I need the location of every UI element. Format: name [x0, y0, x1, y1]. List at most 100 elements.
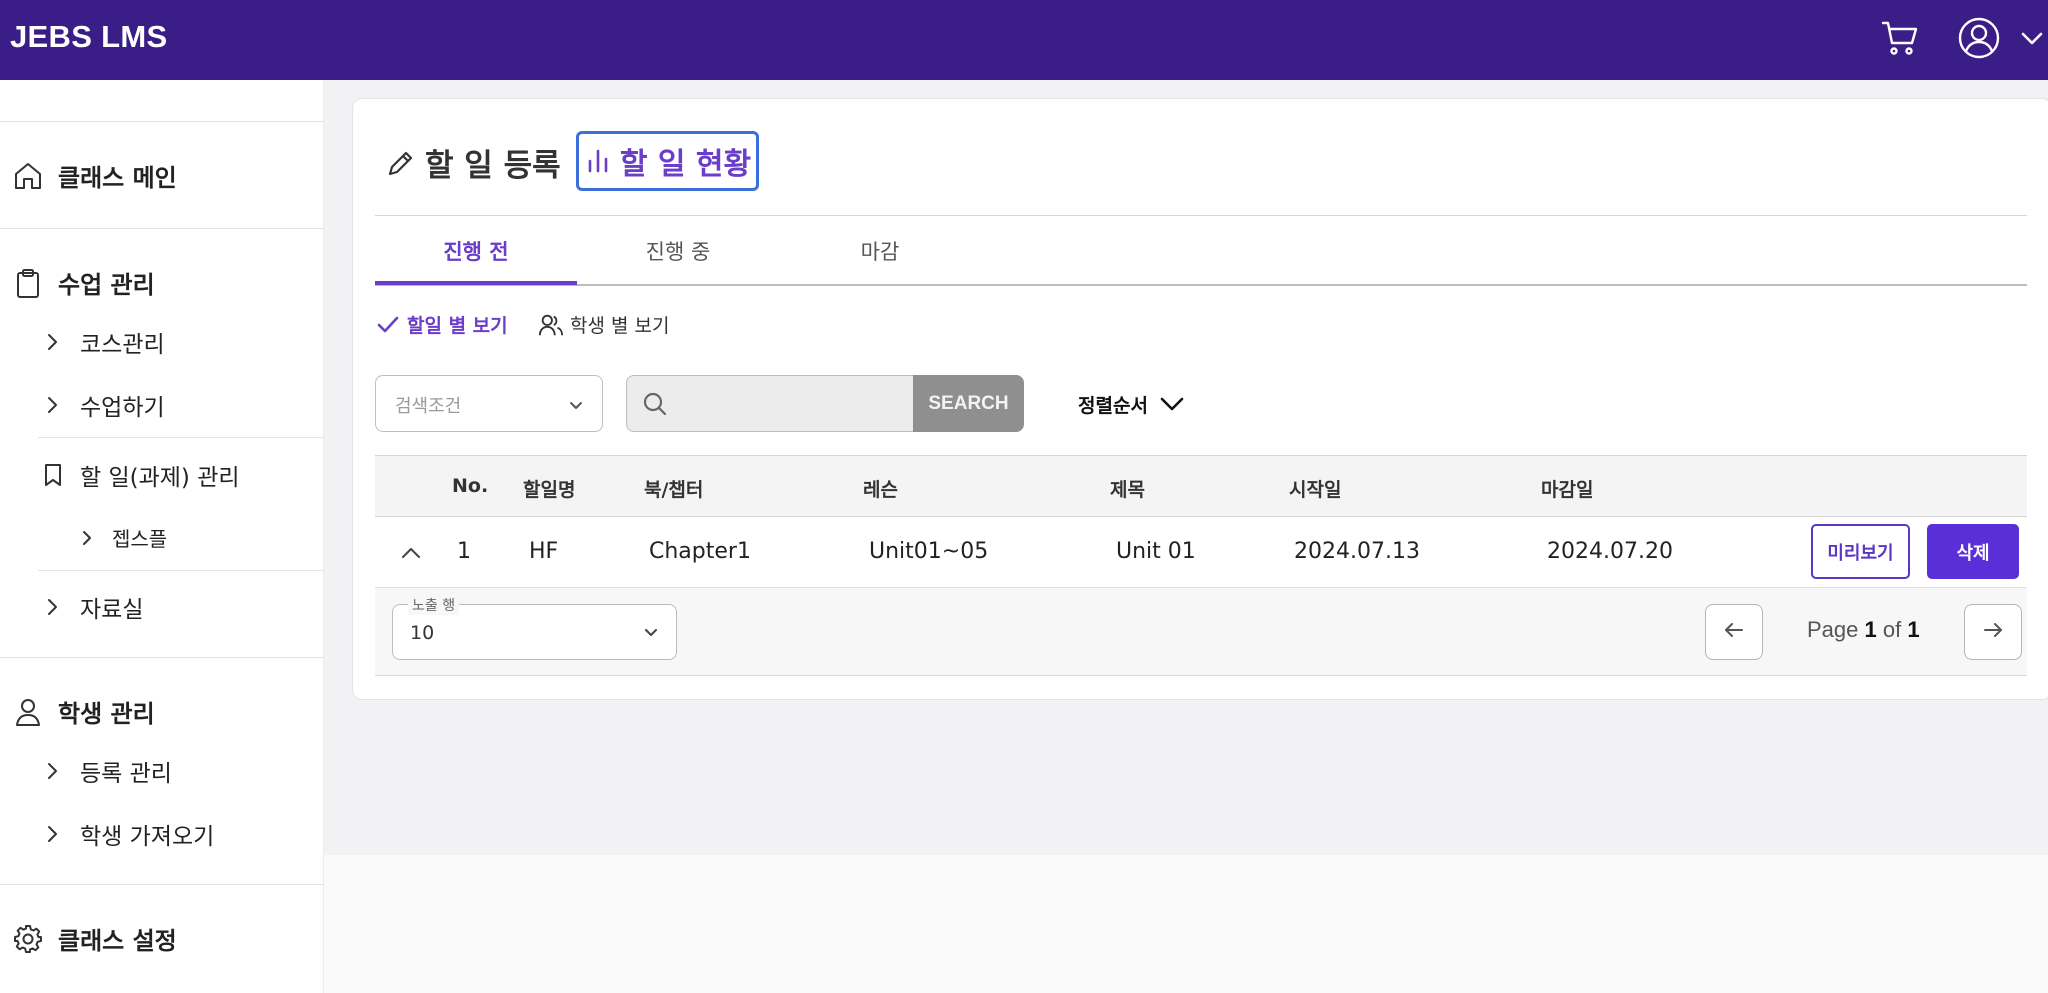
sort-order-dropdown[interactable]: 정렬순서	[1078, 390, 1186, 418]
sidebar-item-import-students[interactable]: 학생 가져오기	[42, 817, 214, 851]
chevron-right-icon	[42, 597, 62, 617]
cell-title: Unit 01	[1116, 539, 1196, 564]
rows-per-page-label: 노출 행	[408, 595, 460, 615]
sidebar-item-label: 수업하기	[80, 395, 165, 421]
search-button[interactable]: SEARCH	[913, 375, 1024, 432]
sidebar-item-library[interactable]: 자료실	[42, 590, 143, 624]
chevron-right-icon	[78, 529, 96, 547]
chevron-right-icon	[42, 824, 62, 844]
rows-per-page-select[interactable]: 노출 행 10	[392, 595, 677, 660]
table-footer: 노출 행 10 Page 1 of 1	[375, 588, 2027, 676]
cell-name: HF	[529, 539, 559, 564]
users-icon	[538, 312, 564, 338]
column-header-start: 시작일	[1289, 479, 1342, 501]
chevron-down-icon[interactable]	[2020, 28, 2044, 48]
chevron-down-icon	[568, 397, 584, 413]
sidebar-item-label: 학생 가져오기	[80, 824, 215, 850]
next-page-button[interactable]	[1964, 604, 2022, 660]
rows-per-page-value: 10	[410, 622, 435, 644]
sidebar-item-label: 자료실	[80, 597, 144, 623]
search-condition-select[interactable]: 검색조건	[375, 375, 603, 432]
page-total: 1	[1907, 617, 1920, 642]
gear-icon	[12, 923, 44, 955]
tab-active-indicator	[375, 281, 577, 285]
sidebar-item-class-mgmt[interactable]: 수업 관리	[12, 265, 155, 300]
tab-in-progress[interactable]: 진행 중	[577, 236, 779, 266]
column-header-end: 마감일	[1541, 479, 1594, 501]
sidebar-item-label: 학생 관리	[58, 700, 155, 728]
chevron-right-icon	[42, 332, 62, 352]
sidebar-item-label: 수업 관리	[58, 271, 155, 299]
tabs-baseline	[375, 284, 2027, 286]
chevron-right-icon	[42, 761, 62, 781]
chevron-down-icon	[1158, 390, 1186, 418]
page-current: 1	[1864, 617, 1877, 642]
view-by-task-label: 할일 별 보기	[407, 315, 508, 337]
column-header-name: 할일명	[523, 479, 576, 501]
column-header-title: 제목	[1110, 479, 1145, 501]
sidebar-item-course-mgmt[interactable]: 코스관리	[42, 325, 165, 359]
column-header-lesson: 레슨	[863, 479, 898, 501]
chevron-down-icon	[643, 624, 659, 640]
brand-logo[interactable]: JEBS LMS	[10, 19, 167, 55]
sidebar-divider	[0, 884, 324, 885]
sidebar-divider	[38, 570, 324, 571]
sidebar-item-jeps[interactable]: 젭스플	[78, 523, 167, 552]
sidebar-divider	[0, 228, 324, 229]
arrow-right-icon	[1982, 619, 2004, 645]
check-icon	[375, 312, 401, 338]
preview-button[interactable]: 미리보기	[1811, 524, 1910, 579]
sidebar-item-label: 코스관리	[80, 332, 165, 358]
table-header: No. 할일명 북/챕터 레슨 제목 시작일 마감일	[375, 455, 2027, 517]
tab-before[interactable]: 진행 전	[375, 236, 577, 266]
sidebar-item-class-settings[interactable]: 클래스 설정	[12, 921, 177, 956]
cell-lesson: Unit01~05	[869, 539, 989, 564]
todo-register-label: 할 일 등록	[425, 148, 561, 184]
main-area-lower	[324, 855, 2048, 993]
sidebar-item-label: 클래스 설정	[58, 927, 177, 955]
cell-no: 1	[457, 539, 471, 564]
sidebar-divider	[0, 657, 324, 658]
delete-button[interactable]: 삭제	[1927, 524, 2019, 579]
chevron-right-icon	[42, 395, 62, 415]
sidebar-item-todo-mgmt[interactable]: 할 일(과제) 관리	[40, 458, 240, 492]
chevron-up-icon[interactable]	[399, 541, 423, 565]
view-by-student-label: 학생 별 보기	[570, 315, 670, 337]
cart-icon[interactable]	[1880, 18, 1920, 58]
todo-status-button[interactable]: 할 일 현황	[576, 131, 759, 191]
sidebar-item-registration[interactable]: 등록 관리	[42, 754, 172, 788]
view-by-task-toggle[interactable]: 할일 별 보기	[375, 311, 508, 338]
prev-page-button[interactable]	[1705, 604, 1763, 660]
title-divider	[375, 215, 2027, 216]
sidebar-divider	[38, 437, 324, 438]
pencil-icon	[385, 147, 417, 179]
home-icon	[12, 160, 44, 192]
sidebar-item-label: 등록 관리	[80, 761, 172, 787]
sidebar-item-label: 젭스플	[112, 527, 168, 551]
sidebar-item-lesson[interactable]: 수업하기	[42, 388, 165, 422]
tab-closed[interactable]: 마감	[779, 236, 981, 266]
arrow-left-icon	[1723, 619, 1745, 645]
sort-order-label: 정렬순서	[1078, 394, 1148, 417]
page-of: of	[1882, 617, 1902, 642]
view-by-student-toggle[interactable]: 학생 별 보기	[538, 311, 669, 338]
cell-end-date: 2024.07.20	[1547, 539, 1673, 564]
sidebar-item-label: 할 일(과제) 관리	[80, 465, 240, 491]
bar-chart-icon	[584, 147, 612, 175]
sidebar-item-class-main[interactable]: 클래스 메인	[12, 158, 177, 193]
person-icon	[12, 696, 44, 728]
sidebar-item-label: 클래스 메인	[58, 164, 177, 192]
cell-book: Chapter1	[649, 539, 751, 564]
todo-status-label: 할 일 현황	[619, 147, 752, 182]
todo-register-link[interactable]: 할 일 등록	[385, 140, 561, 185]
column-header-no: No.	[452, 475, 489, 497]
page-prefix: Page	[1807, 617, 1859, 642]
top-bar: JEBS LMS	[0, 0, 2048, 80]
clipboard-icon	[12, 267, 44, 299]
user-icon[interactable]	[1957, 16, 2001, 60]
sidebar-item-student-mgmt[interactable]: 학생 관리	[12, 694, 155, 729]
sidebar-divider	[0, 121, 324, 122]
search-condition-placeholder: 검색조건	[395, 396, 462, 417]
bookmark-icon	[40, 462, 66, 488]
cell-start-date: 2024.07.13	[1294, 539, 1420, 564]
